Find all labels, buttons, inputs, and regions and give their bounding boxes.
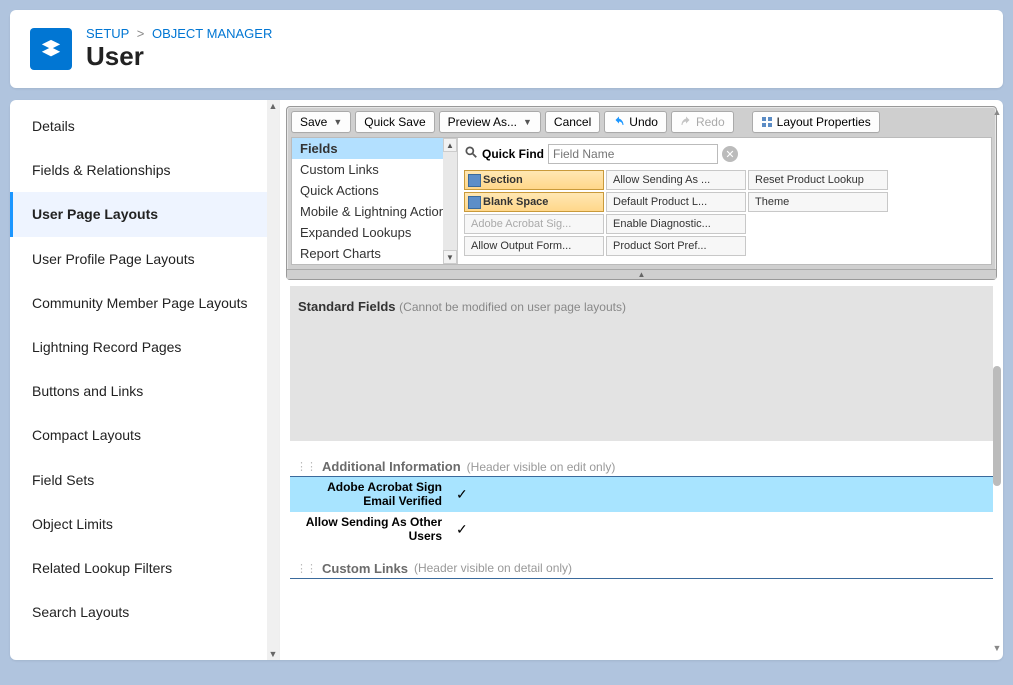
- palette-chip[interactable]: Allow Sending As ...: [606, 170, 746, 190]
- quick-save-button[interactable]: Quick Save: [355, 111, 434, 133]
- block-note: (Cannot be modified on user page layouts…: [399, 300, 626, 314]
- page-header: SETUP > OBJECT MANAGER User: [10, 10, 1003, 88]
- sidebar-item-object-limits[interactable]: Object Limits: [10, 502, 279, 546]
- undo-icon: [613, 116, 625, 128]
- cancel-button[interactable]: Cancel: [545, 111, 600, 133]
- category-expanded-lookups[interactable]: Expanded Lookups: [292, 222, 457, 243]
- category-custom-links[interactable]: Custom Links: [292, 159, 457, 180]
- scroll-down-icon[interactable]: ▼: [267, 648, 279, 660]
- object-icon: [30, 28, 72, 70]
- checkmark-icon: ✓: [456, 521, 468, 537]
- palette-chip[interactable]: Reset Product Lookup: [748, 170, 888, 190]
- category-report-charts[interactable]: Report Charts: [292, 243, 457, 264]
- undo-button[interactable]: Undo: [604, 111, 667, 133]
- drag-handle-icon[interactable]: ⋮⋮: [296, 460, 316, 473]
- block-title: Standard Fields: [298, 299, 396, 314]
- save-button[interactable]: Save▼: [291, 111, 351, 133]
- palette-chip-blank-space[interactable]: Blank Space: [464, 192, 604, 212]
- section-header[interactable]: ⋮⋮ Custom Links (Header visible on detai…: [290, 559, 993, 579]
- palette-collapse-handle[interactable]: ▲: [287, 269, 996, 279]
- section-title: Additional Information: [322, 459, 461, 474]
- breadcrumb-sep: >: [137, 26, 145, 41]
- palette-category-list: Fields Custom Links Quick Actions Mobile…: [292, 138, 458, 264]
- section-note: (Header visible on detail only): [414, 561, 572, 575]
- sidebar-item-search-layouts[interactable]: Search Layouts: [10, 590, 279, 634]
- checkmark-icon: ✓: [456, 486, 468, 502]
- category-quick-actions[interactable]: Quick Actions: [292, 180, 457, 201]
- category-fields[interactable]: Fields: [292, 138, 457, 159]
- scroll-up-icon[interactable]: ▲: [267, 100, 279, 112]
- search-icon: [464, 145, 478, 164]
- clear-icon[interactable]: ✕: [722, 146, 738, 162]
- section-note: (Header visible on edit only): [467, 460, 616, 474]
- sidebar-item-fields-relationships[interactable]: Fields & Relationships: [10, 148, 279, 192]
- dropdown-caret-icon: ▼: [523, 117, 532, 127]
- sidebar-nav: Details Fields & Relationships User Page…: [10, 100, 280, 660]
- scroll-up-icon[interactable]: ▲: [443, 138, 457, 152]
- breadcrumb-object-manager[interactable]: OBJECT MANAGER: [152, 26, 272, 41]
- drag-handle-icon[interactable]: ⋮⋮: [296, 562, 316, 575]
- section-header[interactable]: ⋮⋮ Additional Information (Header visibl…: [290, 457, 993, 477]
- sidebar-item-buttons-and-links[interactable]: Buttons and Links: [10, 369, 279, 413]
- palette-chip[interactable]: Product Sort Pref...: [606, 236, 746, 256]
- sidebar-item-related-lookup-filters[interactable]: Related Lookup Filters: [10, 546, 279, 590]
- sidebar-scrollbar[interactable]: ▲ ▼: [267, 100, 279, 660]
- sidebar-item-compact-layouts[interactable]: Compact Layouts: [10, 413, 279, 457]
- layout-properties-button[interactable]: Layout Properties: [752, 111, 880, 133]
- sidebar-item-user-profile-page-layouts[interactable]: User Profile Page Layouts: [10, 237, 279, 281]
- sidebar-item-details[interactable]: Details: [10, 104, 279, 148]
- palette-field-grid: Section Allow Sending As ... Reset Produ…: [464, 170, 985, 256]
- custom-links-section: ⋮⋮ Custom Links (Header visible on detai…: [290, 559, 993, 579]
- sidebar-item-user-page-layouts[interactable]: User Page Layouts: [10, 192, 279, 236]
- layout-canvas: Standard Fields (Cannot be modified on u…: [280, 286, 1003, 660]
- scroll-down-icon[interactable]: ▼: [991, 642, 1003, 654]
- category-mobile-lightning-actions[interactable]: Mobile & Lightning Actions: [292, 201, 457, 222]
- quick-find-label: Quick Find: [482, 147, 544, 161]
- palette-chip[interactable]: Adobe Acrobat Sig...: [464, 214, 604, 234]
- field-label: Allow Sending As Other Users: [290, 512, 450, 547]
- palette-chip[interactable]: Default Product L...: [606, 192, 746, 212]
- sidebar-item-field-sets[interactable]: Field Sets: [10, 458, 279, 502]
- layout-field-row[interactable]: Adobe Acrobat Sign Email Verified ✓: [290, 477, 993, 512]
- redo-icon: [680, 116, 692, 128]
- palette-chip-section[interactable]: Section: [464, 170, 604, 190]
- standard-fields-block: Standard Fields (Cannot be modified on u…: [290, 286, 993, 441]
- main-scrollbar[interactable]: ▲ ▼: [991, 106, 1003, 654]
- sidebar-item-community-member-page-layouts[interactable]: Community Member Page Layouts: [10, 281, 279, 325]
- field-label: Adobe Acrobat Sign Email Verified: [290, 477, 450, 512]
- page-title: User: [86, 41, 272, 72]
- scroll-down-icon[interactable]: ▼: [443, 250, 457, 264]
- dropdown-caret-icon: ▼: [333, 117, 342, 127]
- palette-chip[interactable]: Enable Diagnostic...: [606, 214, 746, 234]
- palette-chip[interactable]: Theme: [748, 192, 888, 212]
- category-scrollbar[interactable]: ▲ ▼: [443, 138, 457, 264]
- palette-toolbar: Save▼ Quick Save Preview As...▼ Cancel U…: [287, 107, 996, 137]
- layout-palette: Save▼ Quick Save Preview As...▼ Cancel U…: [286, 106, 997, 280]
- quick-find-input[interactable]: [548, 144, 718, 164]
- scrollbar-thumb[interactable]: [993, 366, 1001, 486]
- grid-icon: [761, 116, 773, 128]
- sidebar-item-lightning-record-pages[interactable]: Lightning Record Pages: [10, 325, 279, 369]
- preview-as-button[interactable]: Preview As...▼: [439, 111, 541, 133]
- palette-chip[interactable]: Allow Output Form...: [464, 236, 604, 256]
- breadcrumb-setup[interactable]: SETUP: [86, 26, 129, 41]
- scroll-up-icon[interactable]: ▲: [991, 106, 1003, 118]
- layout-field-row[interactable]: Allow Sending As Other Users ✓: [290, 512, 993, 547]
- additional-info-section: ⋮⋮ Additional Information (Header visibl…: [290, 457, 993, 547]
- breadcrumb: SETUP > OBJECT MANAGER: [86, 26, 272, 41]
- redo-button[interactable]: Redo: [671, 111, 734, 133]
- section-title: Custom Links: [322, 561, 408, 576]
